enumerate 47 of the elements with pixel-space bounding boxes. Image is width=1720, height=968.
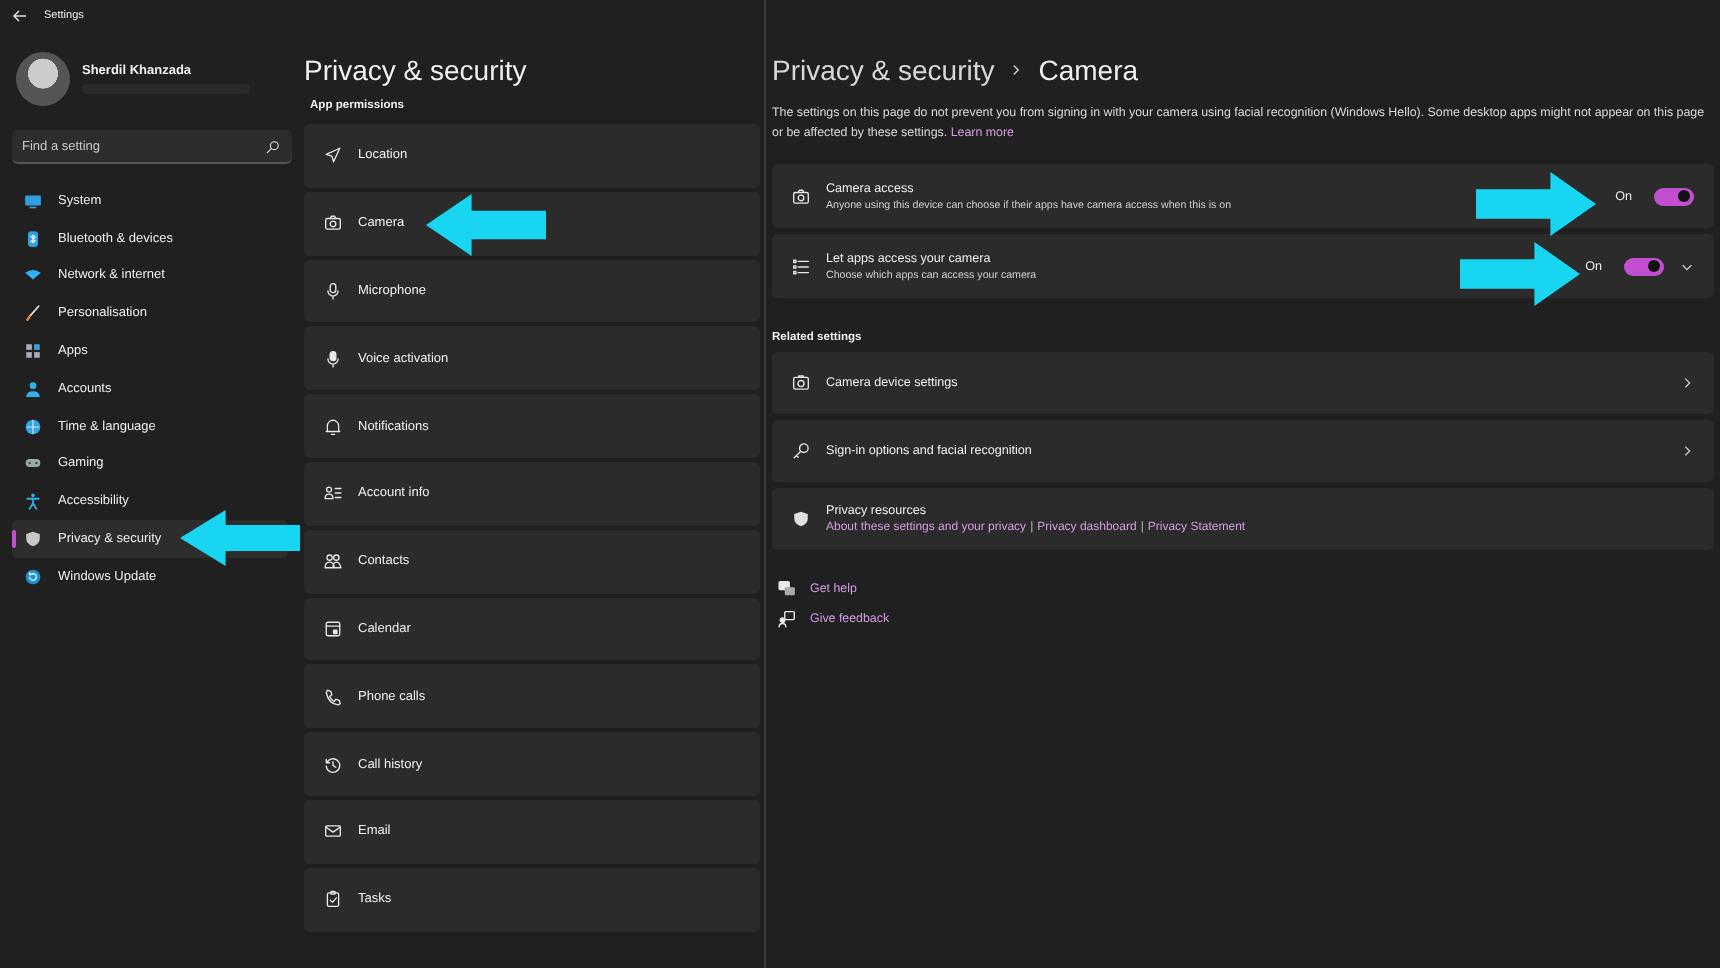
brush-icon bbox=[24, 304, 42, 323]
page-title: Privacy & security bbox=[304, 52, 529, 86]
back-icon[interactable] bbox=[12, 8, 28, 24]
monitor-icon bbox=[24, 191, 42, 210]
mail-icon bbox=[324, 822, 342, 841]
contacts-icon bbox=[324, 552, 342, 571]
update-icon bbox=[24, 567, 42, 586]
chat-bubbles-icon bbox=[778, 580, 796, 598]
camera-icon bbox=[324, 214, 342, 233]
apps-icon bbox=[24, 342, 42, 361]
bell-icon bbox=[324, 417, 342, 436]
toggle-switch[interactable] bbox=[1624, 257, 1664, 275]
breadcrumb-link[interactable]: Privacy & security bbox=[772, 54, 995, 86]
person-icon bbox=[24, 379, 42, 398]
controller-icon bbox=[24, 454, 42, 473]
pointer-arrow bbox=[1476, 172, 1596, 236]
toggle-switch[interactable] bbox=[1654, 187, 1694, 205]
search-icon bbox=[266, 140, 280, 154]
globe-icon bbox=[24, 417, 42, 436]
chevron-right-icon bbox=[1680, 376, 1694, 390]
calendar-icon bbox=[324, 619, 342, 638]
history-icon bbox=[324, 755, 342, 774]
selection-indicator bbox=[12, 530, 16, 549]
pointer-arrow bbox=[1460, 242, 1580, 306]
microphone-icon bbox=[324, 281, 342, 300]
camera-icon bbox=[792, 374, 810, 392]
location-arrow-icon bbox=[324, 146, 342, 165]
feedback-icon bbox=[778, 610, 796, 628]
chevron-right-icon bbox=[1010, 64, 1023, 76]
avatar bbox=[16, 51, 70, 105]
bluetooth-icon bbox=[24, 229, 42, 248]
chevron-down-icon[interactable] bbox=[1680, 259, 1694, 273]
list-icon bbox=[792, 257, 810, 275]
account-info-icon bbox=[324, 484, 342, 503]
clipboard-icon bbox=[324, 890, 342, 909]
shield-icon bbox=[792, 510, 810, 528]
key-icon bbox=[792, 442, 810, 460]
microphone-icon bbox=[324, 349, 342, 368]
shield-icon bbox=[24, 530, 42, 549]
phone-icon bbox=[324, 687, 342, 706]
page-title: Camera bbox=[1038, 54, 1139, 86]
wifi-icon bbox=[24, 266, 42, 285]
accessibility-icon bbox=[24, 492, 42, 511]
camera-icon bbox=[792, 187, 810, 205]
chevron-right-icon bbox=[1680, 444, 1694, 458]
pointer-arrow bbox=[180, 510, 300, 566]
pointer-arrow bbox=[426, 194, 546, 256]
